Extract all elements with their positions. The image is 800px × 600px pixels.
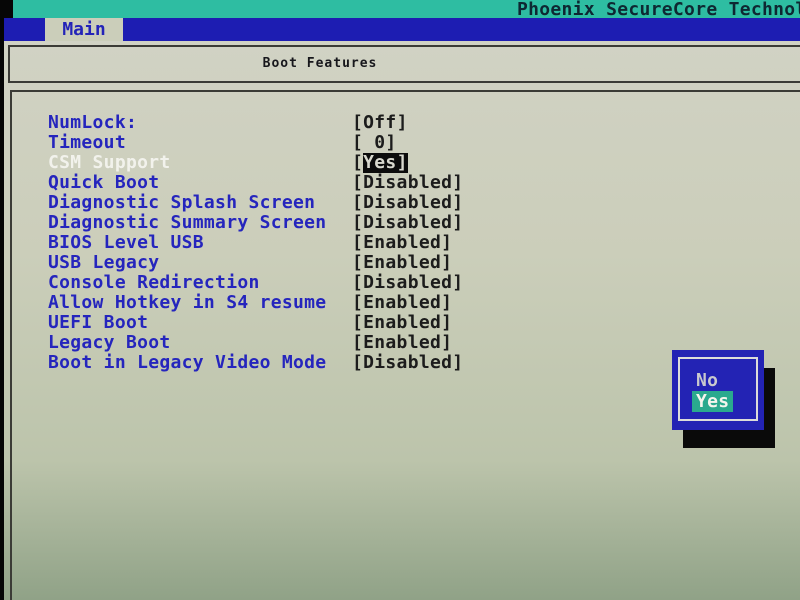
value-bracket-open: [ (352, 333, 363, 353)
page-title: Boot Features (10, 47, 630, 80)
value-bracket-open: [ (352, 133, 363, 153)
setting-value: Enabled (363, 253, 441, 273)
brand-bar: Phoenix SecureCore Technol (0, 0, 800, 18)
settings-list: NumLock: [ Off ] Timeout [ 0 ] CSM Suppo… (48, 113, 800, 373)
setting-row[interactable]: NumLock: [ Off ] (48, 113, 800, 133)
setting-value: Disabled (363, 173, 452, 193)
popup-option[interactable]: No (692, 370, 722, 391)
screen-left-edge (0, 0, 4, 600)
setting-label: UEFI Boot (48, 313, 352, 333)
value-bracket-close: ] (452, 173, 463, 193)
setting-row[interactable]: Timeout [ 0 ] (48, 133, 800, 153)
value-bracket-close: ] (441, 253, 452, 273)
value-bracket-close: ] (452, 353, 463, 373)
setting-value: 0 (363, 133, 385, 153)
setting-value: Disabled (363, 213, 452, 233)
popup-options: NoYes (692, 370, 733, 412)
setting-value: Enabled (363, 233, 441, 253)
setting-row[interactable]: USB Legacy [ Enabled ] (48, 253, 800, 273)
setting-value: Off (363, 113, 396, 133)
setting-label: CSM Support (48, 153, 352, 173)
bios-screen: Phoenix SecureCore Technol Main Boot Fea… (0, 0, 800, 600)
setting-row[interactable]: BIOS Level USB [ Enabled ] (48, 233, 800, 253)
value-bracket-close: ] (452, 213, 463, 233)
content-area: Boot Features NumLock: [ Off ] Timeout [… (0, 41, 800, 600)
setting-row[interactable]: Console Redirection [ Disabled ] (48, 273, 800, 293)
setting-value: Disabled (363, 273, 452, 293)
tab-main[interactable]: Main (45, 18, 123, 41)
setting-row[interactable]: UEFI Boot [ Enabled ] (48, 313, 800, 333)
value-bracket-close: ] (452, 193, 463, 213)
value-bracket-open: [ (352, 273, 363, 293)
setting-label: USB Legacy (48, 253, 352, 273)
screen-corner-notch (0, 0, 13, 18)
popup-option[interactable]: Yes (692, 391, 733, 412)
setting-row[interactable]: Allow Hotkey in S4 resume [ Enabled ] (48, 293, 800, 313)
value-bracket-open: [ (352, 193, 363, 213)
setting-row[interactable]: Quick Boot [ Disabled ] (48, 173, 800, 193)
value-bracket-open: [ (352, 173, 363, 193)
setting-label: Allow Hotkey in S4 resume (48, 293, 352, 313)
menu-bar: Main (0, 18, 800, 41)
value-select-popup: NoYes (672, 350, 764, 430)
value-bracket-close: ] (397, 113, 408, 133)
setting-row[interactable]: CSM Support [ Yes ] (48, 153, 800, 173)
brand-title: Phoenix SecureCore Technol (517, 0, 800, 18)
setting-row[interactable]: Diagnostic Summary Screen [ Disabled ] (48, 213, 800, 233)
value-bracket-open: [ (352, 293, 363, 313)
setting-label: Timeout (48, 133, 352, 153)
setting-value: Yes (363, 153, 396, 173)
setting-label: Legacy Boot (48, 333, 352, 353)
setting-row[interactable]: Diagnostic Splash Screen [ Disabled ] (48, 193, 800, 213)
setting-value: Enabled (363, 293, 441, 313)
setting-label: Quick Boot (48, 173, 352, 193)
title-box: Boot Features (8, 45, 800, 83)
setting-label: NumLock: (48, 113, 352, 133)
setting-value: Enabled (363, 313, 441, 333)
value-bracket-close: ] (397, 153, 408, 173)
value-bracket-open: [ (352, 153, 363, 173)
value-bracket-open: [ (352, 313, 363, 333)
settings-box: NumLock: [ Off ] Timeout [ 0 ] CSM Suppo… (10, 90, 800, 600)
value-bracket-open: [ (352, 253, 363, 273)
value-bracket-open: [ (352, 353, 363, 373)
value-bracket-close: ] (441, 333, 452, 353)
value-bracket-close: ] (385, 133, 396, 153)
value-bracket-open: [ (352, 213, 363, 233)
value-bracket-close: ] (452, 273, 463, 293)
value-bracket-open: [ (352, 233, 363, 253)
setting-value: Enabled (363, 333, 441, 353)
setting-value: Disabled (363, 353, 452, 373)
value-bracket-open: [ (352, 113, 363, 133)
value-bracket-close: ] (441, 233, 452, 253)
setting-label: Diagnostic Summary Screen (48, 213, 352, 233)
value-bracket-close: ] (441, 293, 452, 313)
setting-value: Disabled (363, 193, 452, 213)
value-bracket-close: ] (441, 313, 452, 333)
setting-label: Console Redirection (48, 273, 352, 293)
setting-label: BIOS Level USB (48, 233, 352, 253)
setting-label: Diagnostic Splash Screen (48, 193, 352, 213)
setting-label: Boot in Legacy Video Mode (48, 353, 352, 373)
